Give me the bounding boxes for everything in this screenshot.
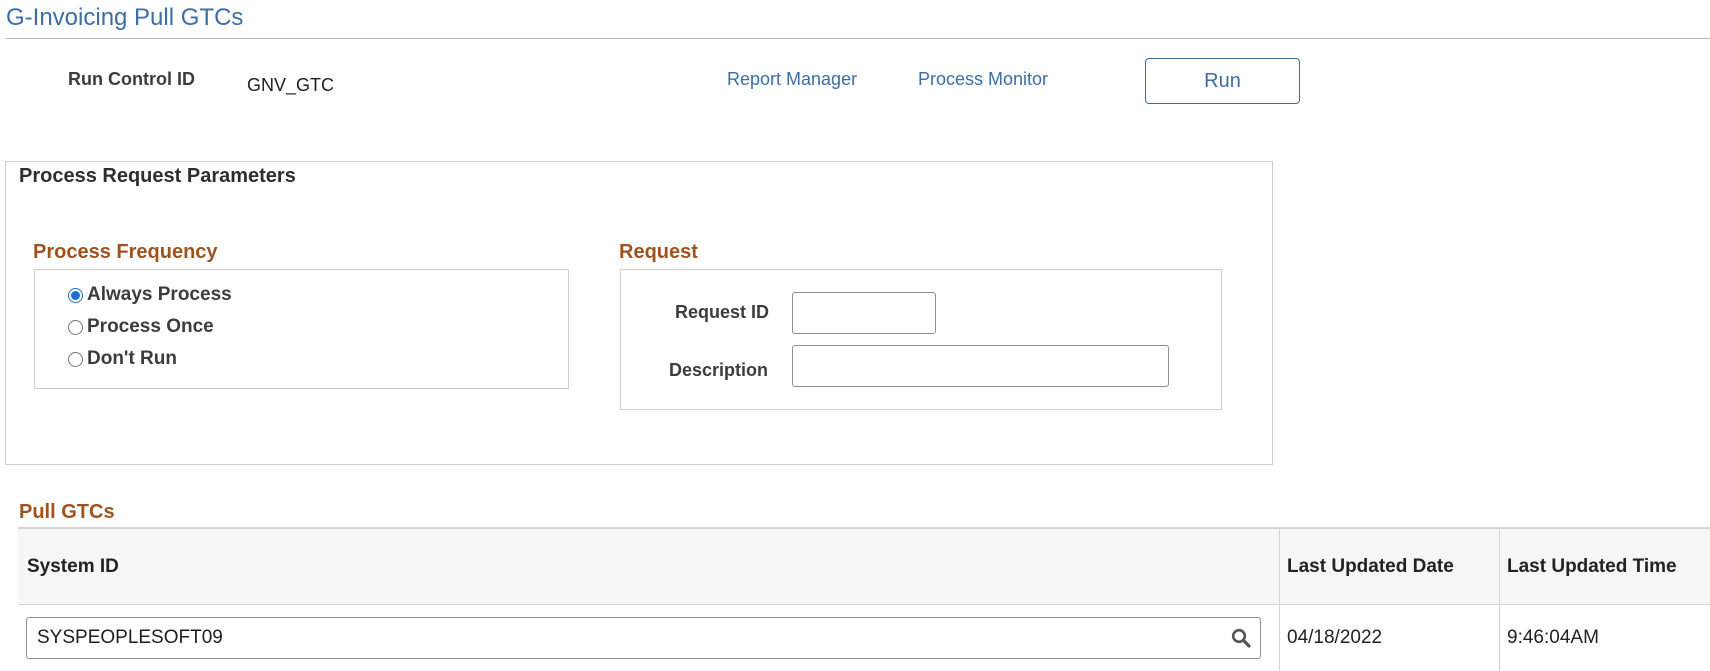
radio-row-dont-run[interactable]: Don't Run bbox=[68, 346, 177, 372]
column-header-last-updated-time[interactable]: Last Updated Time bbox=[1507, 556, 1677, 578]
last-updated-date-cell: 04/18/2022 bbox=[1287, 627, 1383, 648]
dont-run-radio[interactable] bbox=[68, 351, 83, 367]
always-process-label: Always Process bbox=[87, 284, 232, 305]
search-icon[interactable] bbox=[1230, 627, 1252, 649]
request-id-input[interactable] bbox=[792, 292, 936, 334]
grid-header-row bbox=[18, 527, 1710, 605]
dont-run-label: Don't Run bbox=[87, 348, 177, 369]
system-id-input[interactable] bbox=[35, 626, 1230, 650]
process-monitor-link[interactable]: Process Monitor bbox=[918, 69, 1048, 90]
radio-row-always-process[interactable]: Always Process bbox=[68, 282, 232, 308]
description-input[interactable] bbox=[792, 345, 1169, 387]
process-frequency-heading: Process Frequency bbox=[33, 241, 218, 263]
radio-row-process-once[interactable]: Process Once bbox=[68, 314, 214, 340]
column-header-last-updated-date[interactable]: Last Updated Date bbox=[1287, 556, 1454, 578]
pull-gtcs-heading: Pull GTCs bbox=[19, 501, 115, 523]
run-control-value: GNV_GTC bbox=[247, 75, 335, 95]
run-control-label: Run Control ID bbox=[68, 69, 195, 89]
column-divider bbox=[1279, 529, 1280, 671]
process-once-label: Process Once bbox=[87, 316, 214, 337]
system-id-lookup-field[interactable] bbox=[26, 617, 1261, 659]
page-title: G-Invoicing Pull GTCs bbox=[6, 4, 244, 31]
always-process-radio[interactable] bbox=[68, 287, 83, 303]
process-request-parameters-title: Process Request Parameters bbox=[19, 165, 296, 187]
column-divider bbox=[1499, 529, 1500, 671]
request-heading: Request bbox=[619, 241, 698, 263]
process-once-radio[interactable] bbox=[68, 319, 83, 335]
report-manager-link[interactable]: Report Manager bbox=[727, 69, 857, 90]
request-id-label: Request ID bbox=[675, 302, 770, 322]
description-label: Description bbox=[669, 360, 769, 380]
request-box bbox=[620, 269, 1222, 410]
column-header-system-id[interactable]: System ID bbox=[27, 556, 119, 578]
last-updated-time-cell: 9:46:04AM bbox=[1507, 627, 1599, 648]
title-divider bbox=[6, 38, 1710, 39]
run-button[interactable]: Run bbox=[1145, 58, 1300, 104]
